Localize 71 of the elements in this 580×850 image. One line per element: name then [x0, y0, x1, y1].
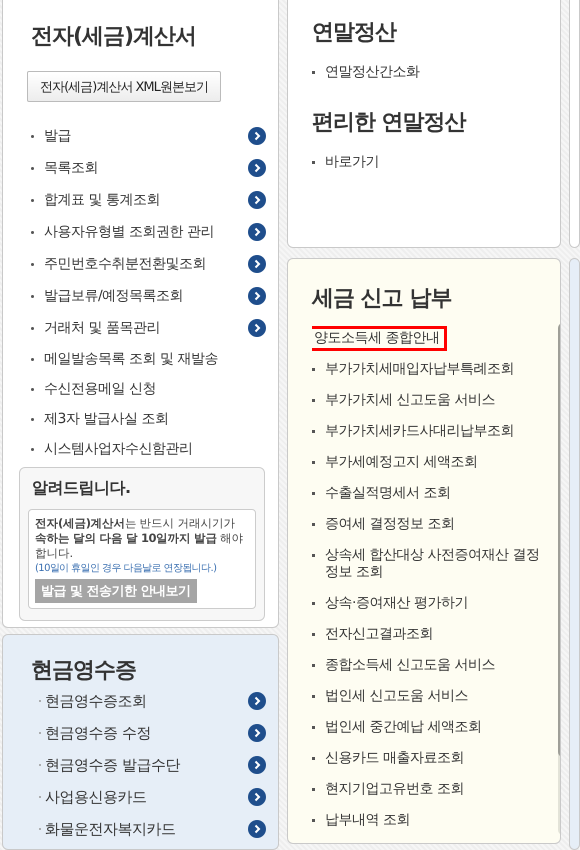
menu-link[interactable]: 법인세 신고도움 서비스: [325, 688, 468, 705]
menu-link[interactable]: 납부내역 조회: [325, 812, 410, 829]
menu-link[interactable]: 상속세 합산대상 사전증여재산 결정정보 조회: [325, 547, 544, 581]
menu-link[interactable]: 양도소득세 종합안내: [312, 326, 448, 351]
section-title: 연말정산: [312, 19, 398, 47]
menu-link[interactable]: 메일발송목록 조회 및 재발송: [44, 350, 218, 368]
menu-link[interactable]: 사용자유형별 조회권한 관리: [44, 223, 214, 241]
section-title: 편리한 연말정산: [312, 109, 468, 137]
menu-link[interactable]: 수출실적명세서 조회: [325, 485, 450, 502]
section-title: 세금 신고 납부: [312, 285, 452, 313]
menu-link[interactable]: 부가가치세카드사대리납부조회: [325, 423, 514, 440]
menu-link[interactable]: 주민번호수취분전환및조회: [44, 255, 206, 273]
menu-link[interactable]: 바로가기: [325, 153, 379, 171]
bullet-icon: [312, 726, 315, 729]
bullet-icon: [31, 294, 34, 298]
menu-link[interactable]: 전자신고결과조회: [325, 626, 433, 643]
section-title: 현금영수증: [31, 657, 137, 685]
bullet-icon: [312, 602, 315, 605]
bullet-icon: [31, 358, 34, 360]
bullet-icon: [312, 819, 315, 822]
notice-message: 전자(세금)계산서는 반드시 거래시기가 속하는 달의 다음 달 10일까지 발급 해야 합니다.: [35, 516, 244, 561]
menu-link[interactable]: 발급: [44, 127, 71, 145]
menu-link[interactable]: 부가가치세매입자납부특례조회: [325, 361, 514, 378]
bullet-icon: [312, 554, 315, 557]
menu-link[interactable]: 거래처 및 품목관리: [44, 319, 160, 337]
menu-link[interactable]: 목록조회: [44, 159, 98, 177]
menu-link[interactable]: 수신전용메일 신청: [44, 380, 156, 398]
menu-link[interactable]: 종합소득세 신고도움 서비스: [325, 657, 495, 674]
bullet-icon: [312, 430, 315, 433]
xml-view-button[interactable]: 전자(세금)계산서 XML원본보기: [27, 71, 221, 102]
menu-link[interactable]: 합계표 및 통계조회: [44, 191, 160, 209]
bullet-icon: [312, 160, 315, 164]
bullet-icon: [312, 757, 315, 760]
bullet-icon: [31, 418, 34, 420]
menu-link[interactable]: 부가세예정고지 세액조회: [325, 454, 478, 471]
menu-link[interactable]: 현금영수증 수정: [45, 724, 151, 742]
bullet-icon: [312, 461, 315, 464]
bullet-icon: [312, 523, 315, 526]
bullet-icon: [31, 230, 34, 234]
bullet-icon: [312, 788, 315, 791]
menu-link[interactable]: 사업용신용카드: [45, 788, 146, 806]
menu-link[interactable]: 연말정산간소화: [325, 63, 420, 81]
menu-link[interactable]: 상속·증여재산 평가하기: [325, 595, 468, 612]
bullet-icon: [31, 198, 34, 202]
bullet-icon: [312, 664, 315, 667]
bullet-icon: [31, 388, 34, 390]
bullet-icon: [312, 633, 315, 636]
bullet-icon: [312, 399, 315, 402]
bullet-icon: [31, 166, 34, 170]
menu-link[interactable]: 시스템사업자수신함관리: [44, 440, 192, 458]
menu-link[interactable]: 현금영수증 발급수단: [45, 756, 180, 774]
bullet-icon: [312, 368, 315, 371]
menu-link[interactable]: 신용카드 매출자료조회: [325, 750, 464, 767]
bullet-icon: [31, 448, 34, 450]
notice-title: 알려드립니다.: [32, 478, 132, 499]
menu-link[interactable]: 현지기업고유번호 조회: [325, 781, 464, 798]
bullet-icon: [312, 492, 315, 495]
menu-link[interactable]: 발급보류/예정목록조회: [44, 287, 184, 305]
notice-note: (10일이 휴일인 경우 다음날로 연장됩니다.): [35, 562, 218, 575]
menu-link[interactable]: 현금영수증조회: [45, 692, 146, 710]
bullet-icon: [312, 695, 315, 698]
bullet-icon: [312, 70, 315, 74]
bullet-icon: [31, 262, 34, 266]
menu-link[interactable]: 화물운전자복지카드: [45, 820, 176, 838]
menu-link[interactable]: 증여세 결정정보 조회: [325, 516, 454, 533]
bullet-icon: [31, 134, 34, 138]
menu-link[interactable]: 부가가치세 신고도움 서비스: [325, 392, 495, 409]
menu-link[interactable]: 법인세 중간예납 세액조회: [325, 719, 482, 736]
menu-link[interactable]: 제3자 발급사실 조회: [44, 410, 168, 428]
bullet-icon: [31, 326, 34, 330]
section-title: 전자(세금)계산서: [31, 23, 198, 51]
